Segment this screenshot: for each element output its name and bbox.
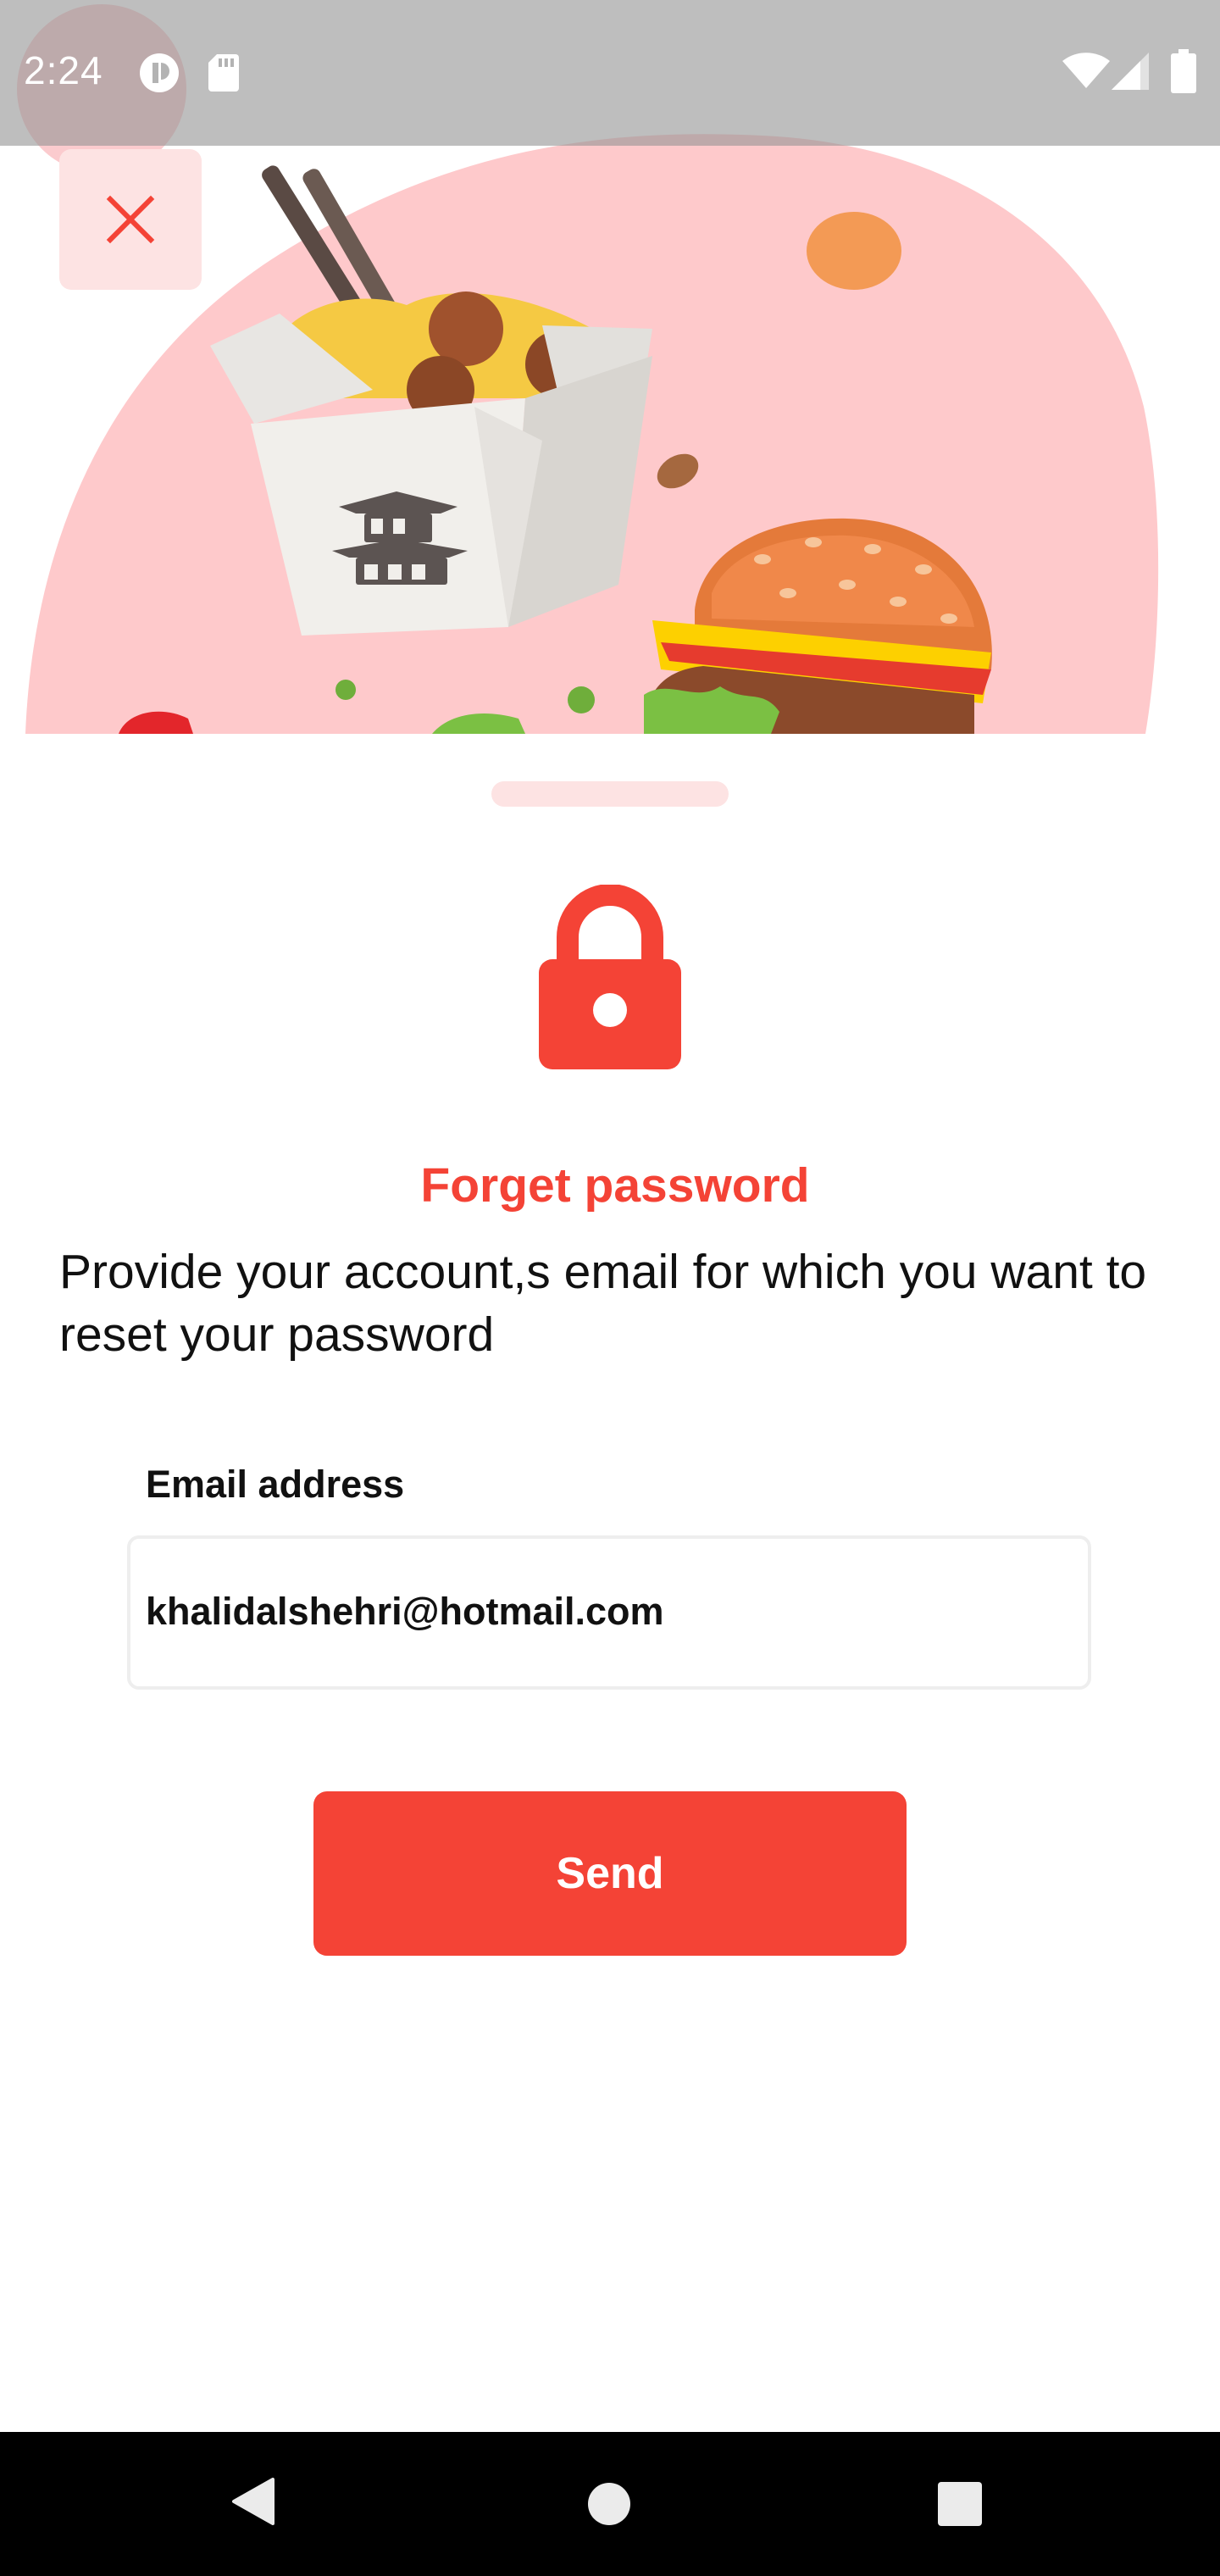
recents-button[interactable] bbox=[937, 2481, 983, 2531]
email-field[interactable] bbox=[127, 1535, 1091, 1690]
status-time: 2:24 bbox=[24, 48, 103, 92]
close-button[interactable] bbox=[59, 149, 202, 290]
wifi-icon bbox=[1062, 53, 1110, 92]
page-title: Forget password bbox=[420, 1158, 810, 1213]
status-bar: 2:24 bbox=[0, 0, 1220, 146]
email-input[interactable] bbox=[146, 1590, 1061, 1634]
back-button[interactable] bbox=[230, 2476, 278, 2531]
close-icon bbox=[106, 195, 155, 244]
instruction-text: Provide your account,s email for which y… bbox=[59, 1245, 1147, 1362]
sd-card-icon bbox=[208, 54, 239, 96]
email-label: Email address bbox=[146, 1463, 405, 1506]
recents-square-icon bbox=[938, 2482, 982, 2526]
home-button[interactable] bbox=[586, 2481, 632, 2531]
back-triangle-icon bbox=[232, 2478, 274, 2525]
lock-icon bbox=[539, 885, 681, 1069]
cellular-signal-icon bbox=[1112, 53, 1149, 94]
app-notification-icon bbox=[139, 53, 180, 97]
home-circle-icon bbox=[588, 2483, 630, 2525]
navigation-bar bbox=[0, 2432, 1220, 2576]
drag-handle[interactable] bbox=[491, 781, 729, 807]
battery-icon bbox=[1171, 49, 1196, 97]
send-button[interactable]: Send bbox=[313, 1791, 907, 1956]
forget-password-screen: 2:24 Forget password Provide your accoun… bbox=[0, 0, 1220, 2576]
